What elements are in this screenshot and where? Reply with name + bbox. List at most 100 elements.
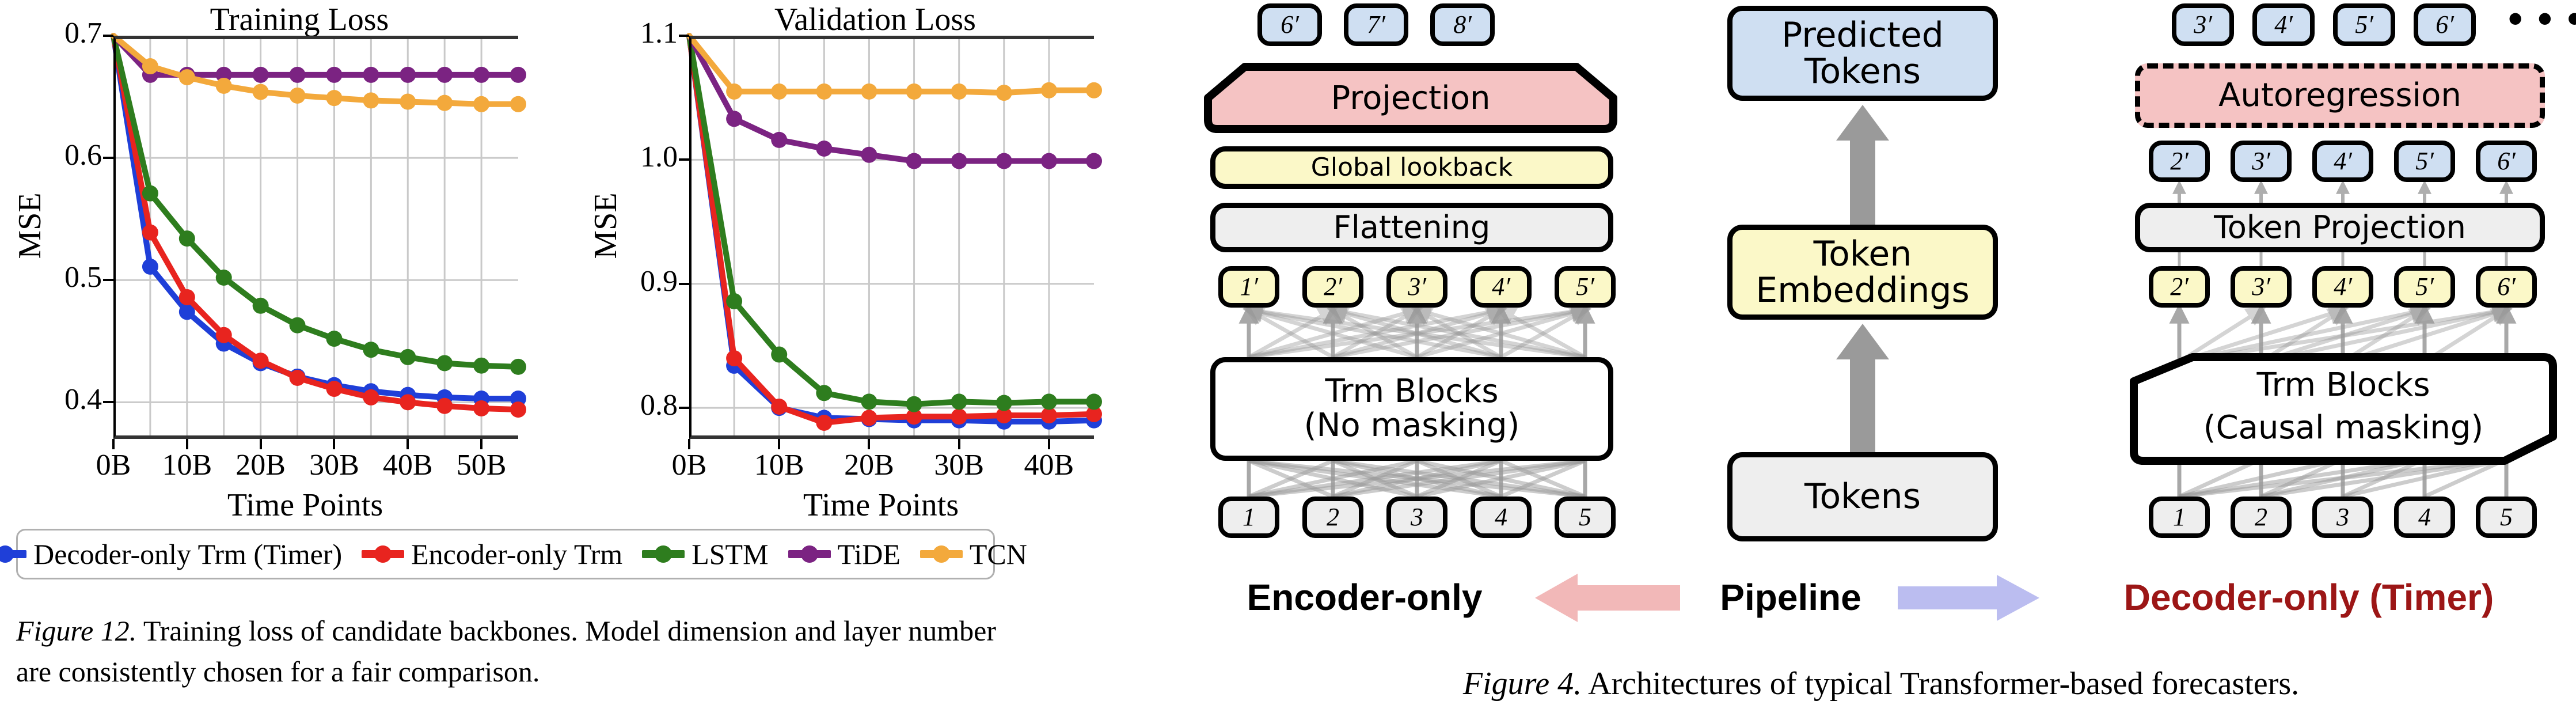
encoder-hidden-token-3: 4′ [1471, 266, 1532, 308]
encoder-hidden-token-1: 2′ [1302, 266, 1363, 308]
encoder-global-lookback-label: Global lookback [1310, 152, 1513, 182]
validation-loss-title: Validation Loss [774, 2, 976, 37]
decoder-autoregression-label: Autoregression [2218, 76, 2461, 114]
encoder-input-token-0: 1 [1218, 497, 1279, 538]
y-tick-label: 1.1 [640, 17, 678, 50]
decoder-projected-token-2: 4′ [2312, 141, 2373, 182]
decoder-projected-token-1: 3′ [2231, 141, 2292, 182]
encoder-output-token-0: 6′ [1257, 3, 1322, 46]
y-tick-label: 0.9 [640, 264, 678, 298]
encoder-input-token-1: 2 [1302, 497, 1363, 538]
x-tick-mark [1047, 439, 1050, 449]
decoder-input-token-3: 4 [2394, 497, 2455, 538]
x-tick-mark [958, 439, 960, 449]
legend-label: LSTM [692, 538, 769, 570]
decoder-projected-token-3: 5′ [2394, 141, 2455, 182]
y-tick-mark [679, 158, 689, 161]
y-tick-mark [679, 35, 689, 37]
decoder-hidden-token-2: 4′ [2312, 266, 2373, 308]
figure-12-caption: Figure 12. Training loss of candidate ba… [16, 611, 1018, 692]
encoder-global-lookback-block: Global lookback [1210, 146, 1613, 189]
legend-label: TCN [969, 538, 1027, 570]
right-arrow-icon [1898, 575, 2039, 621]
decoder-output-token-2: 5′ [2333, 3, 2395, 46]
encoder-output-token-2: 8′ [1430, 3, 1495, 46]
encoder-trm-title: Trm Blocks [1325, 373, 1499, 411]
y-tick-label: 0.7 [64, 17, 102, 50]
decoder-token-projection-label: Token Projection [2214, 209, 2466, 245]
decoder-input-token-2: 3 [2312, 497, 2373, 538]
decoder-trm-blocks: Trm Blocks (Causal masking) [2125, 353, 2562, 465]
figure-4-caption-label: Figure 4. [1462, 666, 1582, 702]
legend-item-4: TCN [920, 537, 1027, 571]
decoder-trm-title: Trm Blocks [2256, 366, 2430, 404]
decoder-hidden-token-4: 6′ [2476, 266, 2537, 308]
training-loss-x-axis-label: Time Points [227, 487, 383, 523]
encoder-hidden-token-2: 3′ [1386, 266, 1447, 308]
figure-4-caption-text: Architectures of typical Transformer-bas… [1582, 666, 2300, 702]
decoder-output-token-1: 4′ [2252, 3, 2315, 46]
x-tick-mark [333, 439, 336, 449]
y-tick-label: 0.4 [64, 383, 102, 416]
x-tick-mark [778, 439, 781, 449]
decoder-bottom-label: Decoder-only (Timer) [2123, 577, 2494, 618]
y-tick-mark [679, 407, 689, 410]
legend-item-1: Encoder-only Trm [362, 537, 622, 571]
encoder-projection-block: Projection [1203, 62, 1618, 134]
decoder-output-token-3: 6′ [2414, 3, 2476, 46]
legend-item-3: TiDE [788, 537, 901, 571]
figure-12-caption-label: Figure 12. [16, 615, 137, 647]
decoder-token-projection-block: Token Projection [2135, 203, 2545, 252]
encoder-hidden-token-4: 5′ [1555, 266, 1616, 308]
encoder-input-token-3: 4 [1471, 497, 1532, 538]
y-tick-label: 0.5 [64, 261, 102, 294]
encoder-input-token-4: 5 [1555, 497, 1616, 538]
decoder-hidden-token-3: 5′ [2394, 266, 2455, 308]
decoder-input-token-1: 2 [2231, 497, 2292, 538]
x-tick-mark [259, 439, 262, 449]
x-tick-label: 40B [1024, 449, 1074, 482]
pipeline-token-embeddings-label: Token [1813, 233, 1912, 274]
pipeline-predicted-tokens-block: Predicted Tokens [1727, 6, 1998, 101]
decoder-autoregression-block: Autoregression [2135, 63, 2545, 128]
x-tick-mark [112, 439, 115, 449]
legend-marker-icon [920, 550, 963, 558]
x-tick-mark [185, 439, 188, 449]
figure-4-caption: Figure 4. Architectures of typical Trans… [1186, 661, 2576, 707]
y-tick-mark [679, 282, 689, 285]
pipeline-tokens-label: Tokens [1804, 476, 1921, 517]
encoder-flattening-label: Flattening [1333, 209, 1491, 245]
x-tick-mark [406, 439, 409, 449]
legend-item-0: Decoder-only Trm (Timer) [0, 537, 342, 571]
decoder-projected-token-0: 2′ [2149, 141, 2210, 182]
decoder-hidden-token-0: 2′ [2149, 266, 2210, 308]
legend-label: Encoder-only Trm [411, 538, 623, 570]
pipeline-token-embeddings-label-2: Embeddings [1756, 270, 1970, 310]
y-tick-mark [103, 157, 113, 160]
pipeline-predicted-tokens-label: Predicted [1781, 14, 1944, 55]
legend-marker-icon [788, 550, 831, 558]
decoder-input-token-4: 5 [2476, 497, 2537, 538]
y-tick-label: 1.0 [640, 141, 678, 174]
pipeline-token-embeddings-block: Token Embeddings [1727, 225, 1998, 320]
x-tick-mark [688, 439, 690, 449]
y-tick-mark [103, 279, 113, 282]
training-loss-plot [111, 33, 526, 439]
figure-4: 6′ 7′ 8′ Projection Global lookback Flatte… [1186, 0, 2576, 720]
y-tick-label: 0.6 [64, 139, 102, 172]
figure-page: Training Loss MSE Time Points Validation… [0, 0, 2576, 720]
legend-item-2: LSTM [642, 537, 769, 571]
x-tick-label: 50B [456, 449, 507, 482]
x-tick-mark [480, 439, 483, 449]
figure-12-caption-text: Training loss of candidate backbones. Mo… [16, 615, 997, 688]
legend-marker-icon [362, 550, 405, 558]
encoder-input-token-2: 3 [1386, 497, 1447, 538]
y-tick-mark [103, 401, 113, 404]
y-tick-label: 0.8 [640, 389, 678, 422]
decoder-trm-subtitle: (Causal masking) [2203, 408, 2484, 446]
validation-loss-plot [686, 33, 1102, 439]
pipeline-tokens-block: Tokens [1727, 452, 1998, 541]
encoder-bottom-label: Encoder-only [1247, 577, 1483, 618]
encoder-trm-subtitle: (No masking) [1304, 407, 1520, 444]
legend-label: TiDE [837, 538, 901, 570]
